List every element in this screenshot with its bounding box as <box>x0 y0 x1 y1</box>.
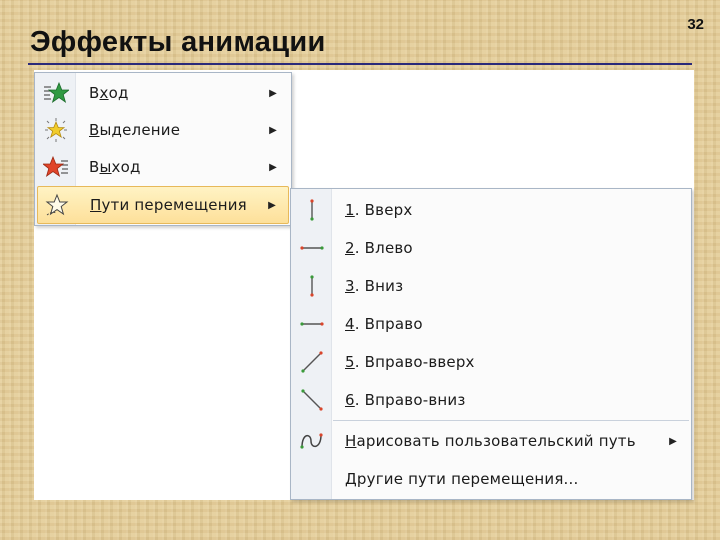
path-left-icon <box>293 230 331 266</box>
submenu-item-more-motion-paths[interactable]: Другие пути перемещения... <box>293 461 689 497</box>
submenu-arrow-icon: ▶ <box>268 199 276 211</box>
submenu-item-up-right[interactable]: 5. Вправо-вверх <box>293 344 689 380</box>
submenu-item-down-right[interactable]: 6. Вправо-вниз <box>293 382 689 418</box>
path-diagonal-up-right-icon <box>293 344 331 380</box>
exit-star-red-icon <box>37 149 75 185</box>
submenu-arrow-icon: ▶ <box>669 435 677 447</box>
menu-item-entrance[interactable]: Вход ▶ <box>37 75 289 111</box>
slide-title: Эффекты анимации <box>30 26 326 58</box>
title-underline <box>28 63 692 65</box>
submenu-item-left[interactable]: 2. Влево <box>293 230 689 266</box>
menu-item-entrance-accesskey: х <box>99 84 109 102</box>
path-down-icon <box>293 268 331 304</box>
submenu-arrow-icon: ▶ <box>269 161 277 173</box>
submenu-item-down[interactable]: 3. Вниз <box>293 268 689 304</box>
menu-item-motion-paths[interactable]: Пути перемещения ▶ <box>37 186 289 224</box>
path-right-icon <box>293 306 331 342</box>
motion-path-star-outline-icon <box>38 187 76 223</box>
menu-item-exit[interactable]: Выход ▶ <box>37 149 289 185</box>
emphasis-star-yellow-icon <box>37 112 75 148</box>
submenu-arrow-icon: ▶ <box>269 87 277 99</box>
path-up-icon <box>293 192 331 228</box>
entrance-star-green-icon <box>37 75 75 111</box>
slide-number: 32 <box>687 16 704 33</box>
animation-effects-menu: Вход ▶ Выделение ▶ Выход ▶ Пути перемеще… <box>34 72 292 226</box>
menu-item-emphasis[interactable]: Выделение ▶ <box>37 112 289 148</box>
path-diagonal-down-right-icon <box>293 382 331 418</box>
submenu-arrow-icon: ▶ <box>269 124 277 136</box>
motion-paths-submenu: 1. Вверх 2. Влево 3. Вниз 4. Вправо 5. В… <box>290 188 692 500</box>
submenu-item-right[interactable]: 4. Вправо <box>293 306 689 342</box>
menu-separator <box>333 420 689 421</box>
submenu-item-draw-custom-path[interactable]: Нарисовать пользовательский путь ▶ <box>293 423 689 459</box>
submenu-item-up[interactable]: 1. Вверх <box>293 192 689 228</box>
custom-path-curve-icon <box>293 423 331 459</box>
